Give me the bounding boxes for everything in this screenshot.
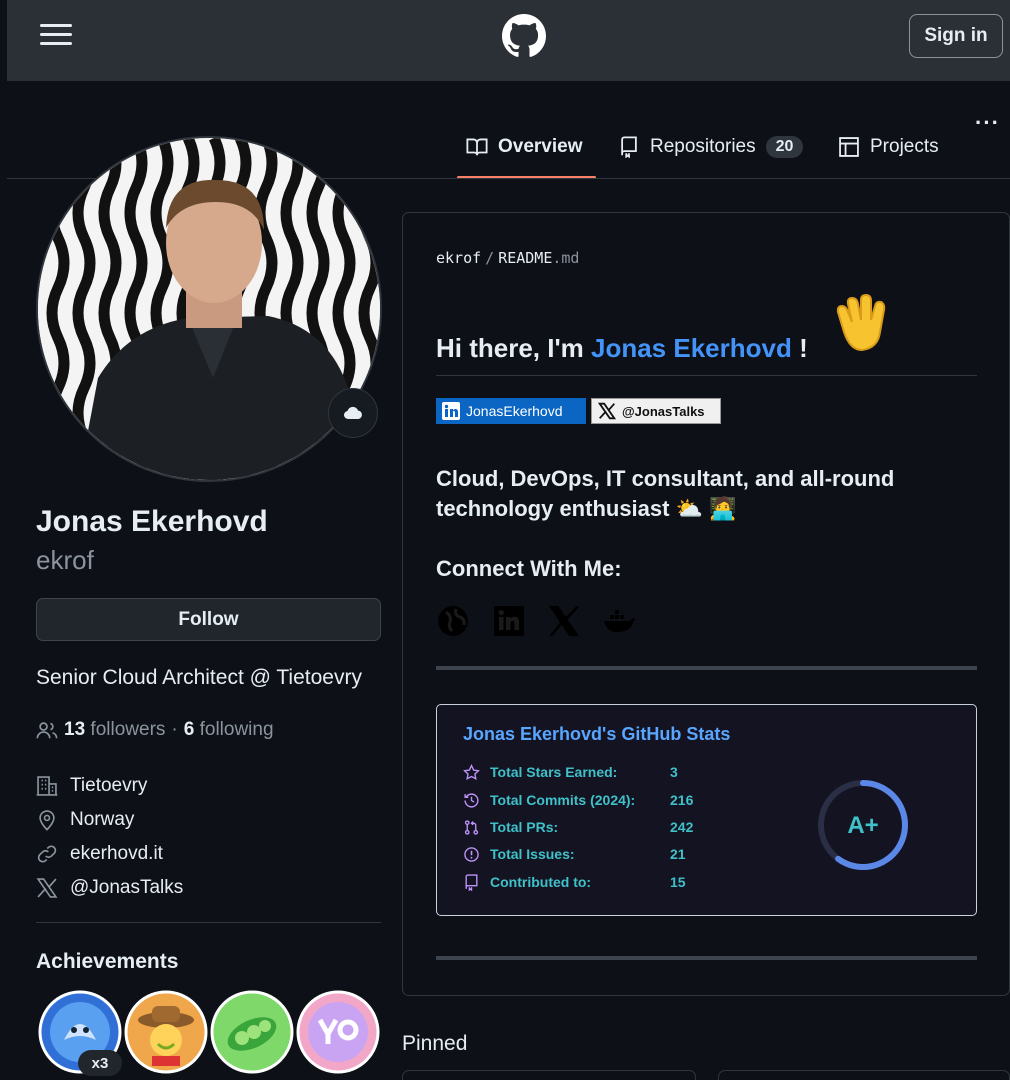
cloud-icon xyxy=(343,406,362,420)
profile-website[interactable]: ekerhovd.it xyxy=(36,843,163,865)
grade-label: A+ xyxy=(847,812,879,839)
globe-icon[interactable] xyxy=(436,604,470,638)
tab-label: Overview xyxy=(498,136,583,157)
history-icon xyxy=(464,792,479,808)
profile-bio: Senior Cloud Architect @ Tietoevry xyxy=(36,666,362,689)
stat-row: Total Commits (2024): 216 xyxy=(463,789,730,811)
stat-row: Total Issues: 21 xyxy=(463,843,730,865)
sidebar-divider xyxy=(36,922,381,923)
stat-row: Contributed to: 15 xyxy=(463,871,730,893)
more-options-icon[interactable]: ··· xyxy=(975,110,1000,136)
achievement-multiplier-badge: x3 xyxy=(78,1050,122,1076)
github-logo-icon[interactable] xyxy=(502,14,546,58)
docker-icon[interactable] xyxy=(602,604,636,638)
tab-overview[interactable]: Overview xyxy=(466,132,583,162)
link-icon xyxy=(37,845,57,863)
stat-row: Total PRs: 242 xyxy=(463,816,730,838)
x-logo-icon xyxy=(598,402,616,420)
waving-hand-icon xyxy=(836,293,886,352)
repositories-count-badge: 20 xyxy=(765,136,804,158)
pull-request-icon xyxy=(464,819,479,835)
top-bar: Sign in xyxy=(7,0,1010,81)
follow-button[interactable]: Follow xyxy=(36,598,381,641)
linkedin-icon xyxy=(442,402,460,420)
achievements-heading: Achievements xyxy=(36,950,179,973)
status-emoji-button[interactable] xyxy=(328,388,378,438)
location-icon xyxy=(39,810,55,831)
pinned-repo-card[interactable] xyxy=(718,1070,1010,1080)
sign-in-button[interactable]: Sign in xyxy=(909,14,1003,58)
linkedin-badge[interactable]: JonasEkerhovd xyxy=(436,398,586,424)
achievement-badge-yolo[interactable] xyxy=(296,990,380,1074)
pinned-repo-card[interactable] xyxy=(402,1070,696,1080)
profile-location: Norway xyxy=(36,809,134,831)
readme-tagline: Cloud, DevOps, IT consultant, and all-ro… xyxy=(436,466,895,521)
following-link[interactable]: 6 following xyxy=(184,719,274,741)
avatar[interactable] xyxy=(36,136,382,482)
twitter-badge[interactable]: @JonasTalks xyxy=(591,398,721,424)
x-logo-icon[interactable] xyxy=(547,604,581,638)
tab-label: Repositories xyxy=(650,136,756,157)
hamburger-menu-icon[interactable] xyxy=(40,24,72,46)
achievement-badge-yolo-cowboy[interactable] xyxy=(124,990,208,1074)
people-icon xyxy=(36,722,58,739)
building-icon xyxy=(36,776,58,796)
repo-icon xyxy=(621,136,637,158)
tab-repositories[interactable]: Repositories 20 xyxy=(618,132,804,162)
profile-company: Tietoevry xyxy=(36,775,147,797)
readme-heading: Hi there, I'm Jonas Ekerhovd ! xyxy=(436,333,808,363)
readme-name-link[interactable]: Jonas Ekerhovd xyxy=(591,333,792,363)
stat-row: Total Stars Earned: 3 xyxy=(463,761,730,783)
tab-projects[interactable]: Projects xyxy=(838,132,939,162)
stats-title: Jonas Ekerhovd's GitHub Stats xyxy=(463,724,731,744)
linkedin-icon[interactable] xyxy=(492,604,526,638)
repo-icon xyxy=(465,873,478,891)
readme-path[interactable]: ekrof / README.md xyxy=(436,249,579,267)
book-icon xyxy=(466,138,488,156)
follow-stats: 13 followers · 6 following xyxy=(36,719,274,741)
readme-bottom-divider xyxy=(436,956,977,960)
heading-divider xyxy=(436,375,977,376)
profile-name: Jonas Ekerhovd xyxy=(36,505,268,538)
pinned-heading: Pinned xyxy=(402,1032,468,1055)
achievement-badge-pair-extraordinaire[interactable] xyxy=(210,990,294,1074)
profile-username: ekrof xyxy=(36,545,94,575)
followers-link[interactable]: 13 followers xyxy=(64,719,165,741)
connect-heading: Connect With Me: xyxy=(436,556,622,581)
profile-twitter[interactable]: @JonasTalks xyxy=(36,877,183,899)
tab-label: Projects xyxy=(870,136,939,157)
x-logo-icon xyxy=(36,878,58,898)
readme-divider xyxy=(436,666,977,670)
star-icon xyxy=(463,763,480,780)
table-icon xyxy=(839,137,859,157)
issue-icon xyxy=(464,846,479,862)
